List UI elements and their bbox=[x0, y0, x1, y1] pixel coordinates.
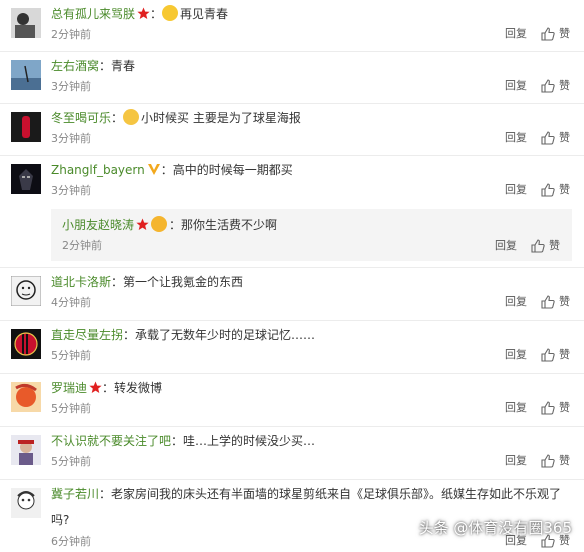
comment-user[interactable]: 冬至喝可乐 bbox=[51, 111, 111, 125]
like-button[interactable]: 赞 bbox=[559, 348, 570, 362]
comment-user[interactable]: 不认识就不要关注了吧 bbox=[51, 434, 171, 448]
separator: ： bbox=[123, 328, 136, 342]
separator: ： bbox=[99, 487, 112, 501]
reply-button[interactable]: 回复 bbox=[505, 131, 527, 145]
avatar[interactable] bbox=[11, 329, 41, 359]
comment-text: 第一个让我氪金的东西 bbox=[123, 275, 244, 289]
laughing-emoji-icon bbox=[123, 109, 140, 125]
comment-user[interactable]: 直走尽量左拐 bbox=[51, 328, 123, 342]
comment-user[interactable]: 罗瑞迪 bbox=[51, 381, 87, 395]
comment-text: 转发微博 bbox=[114, 381, 163, 395]
avatar[interactable] bbox=[11, 164, 41, 194]
comment-user[interactable]: 总有孤儿来骂朕 bbox=[51, 7, 135, 21]
red-star-badge-icon bbox=[89, 381, 102, 399]
comment-text: 高中的时候每一期都买 bbox=[172, 163, 293, 177]
separator: ： bbox=[111, 111, 124, 125]
comment-time: 2分钟前 bbox=[51, 28, 91, 41]
thumbs-up-icon[interactable] bbox=[541, 348, 555, 362]
thumbs-up-icon[interactable] bbox=[541, 183, 555, 197]
comment-time: 5分钟前 bbox=[51, 402, 91, 415]
comment-item: 左右酒窝：青春 3分钟前 回复 赞 bbox=[0, 52, 584, 104]
separator: ： bbox=[102, 381, 115, 395]
avatar[interactable] bbox=[11, 488, 41, 518]
comment-item: Zhanglf_bayern ：高中的时候每一期都买 3分钟前 回复赞 小朋友赵晓… bbox=[0, 156, 584, 268]
thumbs-up-icon[interactable] bbox=[541, 454, 555, 468]
comment-time: 3分钟前 bbox=[51, 80, 91, 93]
comment-item: 冀子若川：老家房间我的床头还有半面墙的球星剪纸来自《足球俱乐部》。纸媒生存如此不… bbox=[0, 480, 584, 552]
comment-text: 哇…上学的时候没少买… bbox=[183, 434, 316, 448]
thumbs-up-icon[interactable] bbox=[531, 239, 545, 253]
comment-user[interactable]: 左右酒窝 bbox=[51, 59, 99, 73]
comment-text: 青春 bbox=[111, 59, 136, 73]
thumbs-up-icon[interactable] bbox=[541, 79, 555, 93]
comment-text: 老家房间我的床头还有半面墙的球星剪纸来自《足球俱乐部》。纸媒生存如此不乐观了 bbox=[111, 487, 562, 501]
comment-user[interactable]: 道北卡洛斯 bbox=[51, 275, 111, 289]
comment-item: 不认识就不要关注了吧：哇…上学的时候没少买… 5分钟前 回复 赞 bbox=[0, 427, 584, 480]
thumbs-up-icon[interactable] bbox=[541, 295, 555, 309]
comment-text: 那你生活费不少啊 bbox=[181, 218, 278, 232]
avatar[interactable] bbox=[11, 112, 41, 142]
reply-button[interactable]: 回复 bbox=[505, 27, 527, 41]
comment-time: 3分钟前 bbox=[51, 132, 91, 145]
avatar[interactable] bbox=[11, 276, 41, 306]
separator: ： bbox=[150, 7, 163, 21]
comment-text: 承载了无数年少时的足球记忆…… bbox=[135, 328, 316, 342]
like-button[interactable]: 赞 bbox=[559, 401, 570, 415]
comment-user[interactable]: 小朋友赵晓涛 bbox=[62, 218, 134, 232]
separator: ： bbox=[99, 59, 112, 73]
reply-button[interactable]: 回复 bbox=[505, 454, 527, 468]
red-star-badge-icon bbox=[137, 7, 150, 25]
reply-button[interactable]: 回复 bbox=[505, 295, 527, 309]
avatar[interactable] bbox=[11, 8, 41, 38]
separator: ： bbox=[171, 434, 184, 448]
verified-v-badge-icon bbox=[147, 163, 161, 181]
avatar[interactable] bbox=[11, 382, 41, 412]
comment-time: 3分钟前 bbox=[51, 184, 91, 197]
watermark: 头条 @体育没有圈365 bbox=[418, 519, 572, 537]
like-button[interactable]: 赞 bbox=[559, 27, 570, 41]
reply-button[interactable]: 回复 bbox=[505, 183, 527, 197]
thumbs-up-icon[interactable] bbox=[541, 27, 555, 41]
comment-time: 5分钟前 bbox=[51, 455, 91, 468]
comment-time: 5分钟前 bbox=[51, 349, 91, 362]
comment-text-continued: 吗? bbox=[51, 513, 70, 527]
avatar[interactable] bbox=[11, 60, 41, 90]
comment-item: 道北卡洛斯：第一个让我氪金的东西 4分钟前 回复 赞 bbox=[0, 268, 584, 321]
thumbs-up-icon[interactable] bbox=[541, 131, 555, 145]
like-button[interactable]: 赞 bbox=[559, 131, 570, 145]
reply-button[interactable]: 回复 bbox=[495, 239, 517, 253]
avatar[interactable] bbox=[11, 435, 41, 465]
thumbs-up-icon[interactable] bbox=[541, 401, 555, 415]
sub-reply: 小朋友赵晓涛 ：那你生活费不少啊 2分钟前 回复 赞 bbox=[51, 209, 572, 261]
reply-button[interactable]: 回复 bbox=[505, 401, 527, 415]
like-button[interactable]: 赞 bbox=[559, 183, 570, 197]
like-button[interactable]: 赞 bbox=[559, 295, 570, 309]
heart-eyes-emoji-icon bbox=[151, 216, 168, 232]
comment-item: 直走尽量左拐：承载了无数年少时的足球记忆…… 5分钟前 回复 赞 bbox=[0, 321, 584, 374]
comment-user[interactable]: Zhanglf_bayern bbox=[51, 163, 145, 177]
reply-button[interactable]: 回复 bbox=[505, 79, 527, 93]
separator: ： bbox=[160, 163, 173, 177]
like-button[interactable]: 赞 bbox=[559, 454, 570, 468]
comment-user[interactable]: 冀子若川 bbox=[51, 487, 99, 501]
comment-time: 4分钟前 bbox=[51, 296, 91, 309]
sad-face-emoji-icon bbox=[162, 5, 179, 21]
like-button[interactable]: 赞 bbox=[549, 239, 560, 253]
comment-item: 总有孤儿来骂朕 ： 再见青春 2分钟前 回复 赞 bbox=[0, 0, 584, 52]
like-button[interactable]: 赞 bbox=[559, 79, 570, 93]
comment-item: 罗瑞迪 ：转发微博 5分钟前 回复 赞 bbox=[0, 374, 584, 427]
red-star-badge-icon bbox=[136, 218, 149, 236]
separator: ： bbox=[111, 275, 124, 289]
separator: ： bbox=[169, 218, 182, 232]
comment-text: 小时候买 主要是为了球星海报 bbox=[141, 111, 301, 125]
reply-button[interactable]: 回复 bbox=[505, 348, 527, 362]
comment-time: 2分钟前 bbox=[62, 239, 102, 252]
comment-item: 冬至喝可乐： 小时候买 主要是为了球星海报 3分钟前 回复 赞 bbox=[0, 104, 584, 156]
comment-time: 6分钟前 bbox=[51, 535, 91, 548]
comment-text: 再见青春 bbox=[180, 7, 229, 21]
